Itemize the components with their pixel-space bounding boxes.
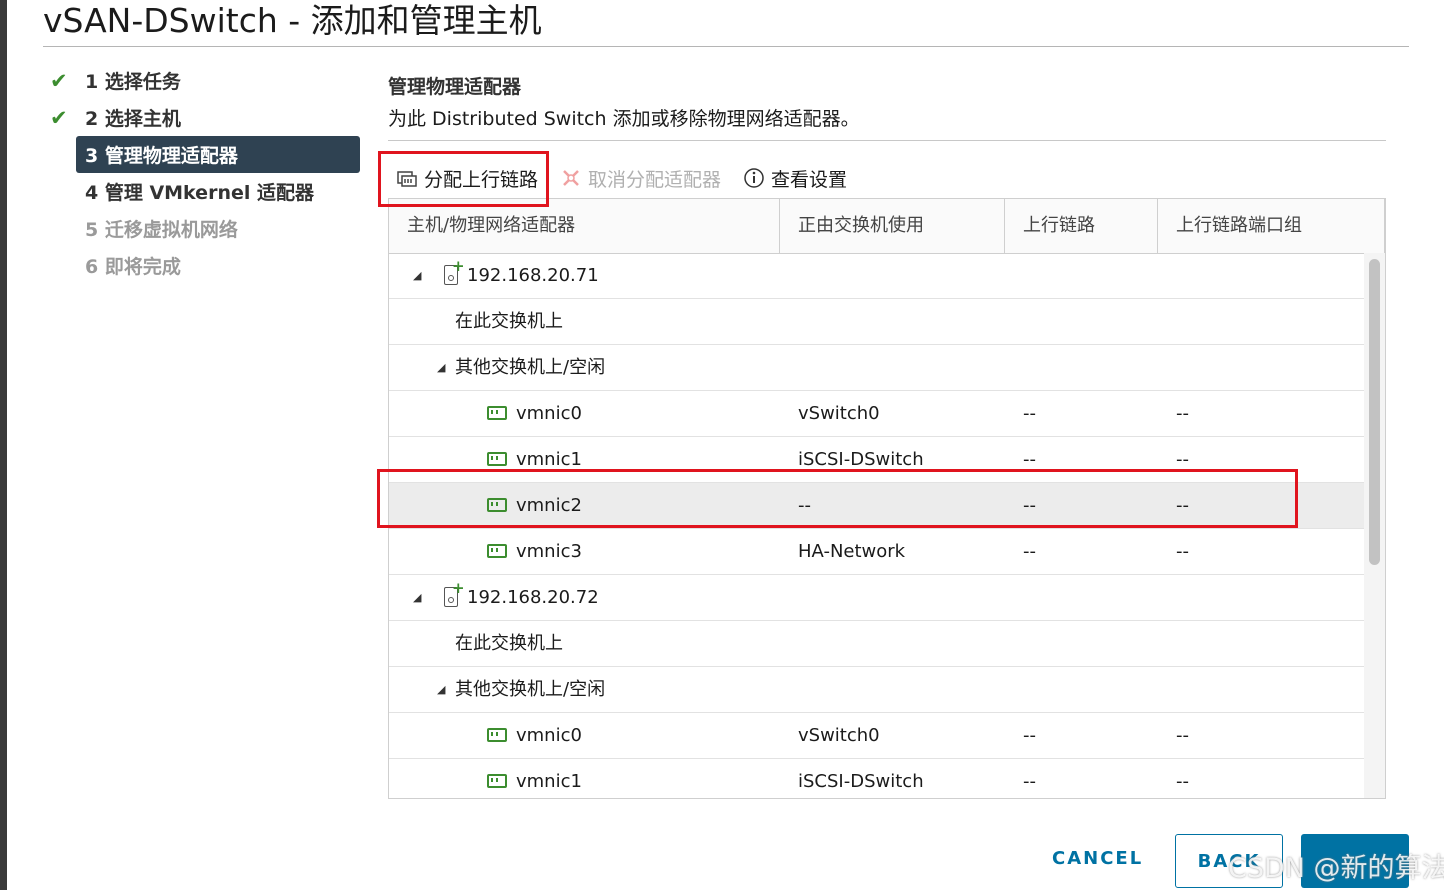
host-name: 192.168.20.72 [467,587,599,608]
unassign-adapter-button: 取消分配适配器 [560,165,721,192]
host-row[interactable]: ◢ +192.168.20.72 [389,575,1364,621]
step-label: 6 即将完成 [85,256,181,278]
group-name: 在此交换机上 [455,311,563,332]
watermark: CSDN @新的算法 [1228,853,1444,884]
view-settings-label: 查看设置 [771,168,848,191]
nic-icon [487,774,507,788]
collapse-caret-icon[interactable]: ◢ [437,667,445,712]
title-divider [43,46,1409,47]
cancel-button[interactable]: CANCEL [1052,848,1143,869]
section-divider [388,140,1386,141]
host-name: 192.168.20.71 [467,265,599,286]
nic-switch: vSwitch0 [798,725,880,746]
nic-switch: iSCSI-DSwitch [798,771,924,792]
section-subtitle: 为此 Distributed Switch 添加或移除物理网络适配器。 [388,108,860,130]
unassign-adapter-label: 取消分配适配器 [588,168,722,191]
nic-icon [487,452,507,466]
step-1[interactable]: ✔ 1 选择任务 [50,62,362,99]
step-label: 1 选择任务 [85,71,181,93]
group-row[interactable]: ◢ 其他交换机上/空闲 [389,345,1364,391]
nic-icon [487,406,507,420]
info-icon [743,167,765,189]
unassign-icon [560,167,582,189]
nic-row[interactable]: vmnic0 vSwitch0 -- -- [389,713,1364,759]
group-name: 其他交换机上/空闲 [455,357,606,378]
dialog-title: vSAN-DSwitch - 添加和管理主机 [43,1,542,40]
host-row[interactable]: ◢ +192.168.20.71 [389,253,1364,299]
collapse-caret-icon[interactable]: ◢ [413,253,421,298]
grid-header: 主机/物理网络适配器 正由交换机使用 上行链路 上行链路端口组 [389,199,1385,254]
nic-portgroup: -- [1176,541,1189,562]
check-icon: ✔ [50,68,68,93]
column-header-switch[interactable]: 正由交换机使用 [780,199,1005,253]
nic-uplink: -- [1023,541,1036,562]
collapse-caret-icon[interactable]: ◢ [437,345,445,390]
grid-scrollbar[interactable] [1364,253,1385,798]
host-add-icon: + [452,579,465,597]
step-label: 3 管理物理适配器 [85,145,238,167]
nic-uplink: -- [1023,403,1036,424]
highlight-vmnic2-row [377,469,1298,528]
nic-row[interactable]: vmnic3 HA-Network -- -- [389,529,1364,575]
nic-portgroup: -- [1176,403,1189,424]
nic-icon [487,728,507,742]
step-label: 2 选择主机 [85,108,181,130]
column-header-uplink[interactable]: 上行链路 [1005,199,1158,253]
group-row[interactable]: 在此交换机上 [389,299,1364,345]
view-settings-button[interactable]: 查看设置 [743,165,847,192]
nic-row[interactable]: vmnic0 vSwitch0 -- -- [389,391,1364,437]
step-label: 5 迁移虚拟机网络 [85,219,238,241]
nic-name: vmnic3 [516,541,582,562]
nic-name: vmnic1 [516,771,582,792]
step-6: 6 即将完成 [76,247,362,284]
group-row[interactable]: ◢ 其他交换机上/空闲 [389,667,1364,713]
section-title: 管理物理适配器 [388,76,522,98]
group-name: 其他交换机上/空闲 [455,679,606,700]
highlight-assign-uplink [378,151,549,207]
step-label: 4 管理 VMkernel 适配器 [85,182,314,204]
nic-name: vmnic0 [516,403,582,424]
nic-uplink: -- [1023,771,1036,792]
nic-portgroup: -- [1176,725,1189,746]
background-window-edge [0,0,7,890]
step-4[interactable]: 4 管理 VMkernel 适配器 [76,173,362,210]
column-header-adapter[interactable]: 主机/物理网络适配器 [389,199,780,253]
group-row[interactable]: 在此交换机上 [389,621,1364,667]
nic-switch: HA-Network [798,541,906,562]
nic-row[interactable]: vmnic1 iSCSI-DSwitch -- -- [389,759,1364,798]
collapse-caret-icon[interactable]: ◢ [413,575,421,620]
check-icon: ✔ [50,105,68,130]
nic-uplink: -- [1023,725,1036,746]
step-2[interactable]: ✔ 2 选择主机 [50,99,362,136]
group-name: 在此交换机上 [455,633,563,654]
step-5: 5 迁移虚拟机网络 [76,210,362,247]
nic-portgroup: -- [1176,771,1189,792]
host-add-icon: + [452,257,465,275]
step-3[interactable]: 3 管理物理适配器 [76,136,360,173]
column-header-portgroup[interactable]: 上行链路端口组 [1158,199,1385,253]
nic-switch: vSwitch0 [798,403,880,424]
nic-icon [487,544,507,558]
nic-name: vmnic0 [516,725,582,746]
scrollbar-thumb[interactable] [1369,259,1380,565]
wizard-steps: ✔ 1 选择任务 ✔ 2 选择主机 3 管理物理适配器 4 管理 VMkerne… [50,62,362,284]
